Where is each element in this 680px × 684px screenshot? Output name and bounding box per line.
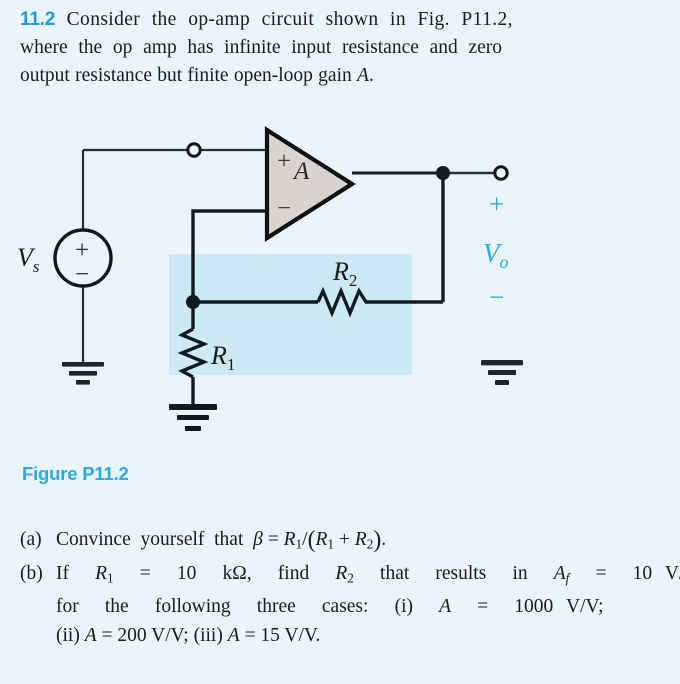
circuit-figure: + − A Vs + − R1 R2 + Vo −	[0, 110, 680, 440]
part-b-text-1: If R1 = 10 kΩ, find R2 that results in A…	[56, 562, 680, 586]
source-plus-label: +	[75, 237, 89, 264]
problem-line-1: 11.2 Consider the op-amp circuit shown i…	[20, 6, 660, 34]
source-minus-label: −	[75, 261, 89, 288]
opamp-plus-label: +	[277, 148, 291, 175]
problem-line-3-text: output resistance but finite open-loop g…	[20, 65, 358, 86]
ground-symbol-output	[481, 360, 523, 385]
part-a: (a) Convince yourself that β = R1/(R1 + R…	[20, 525, 665, 559]
part-b-text-3: (ii) A = 200 V/V; (iii) A = 15 V/V.	[56, 625, 321, 647]
output-label-vo: Vo	[483, 238, 509, 272]
gain-symbol-A: A	[357, 65, 369, 86]
textbook-page: 11.2 Consider the op-amp circuit shown i…	[0, 0, 680, 684]
problem-number: 11.2	[20, 9, 56, 30]
opamp-gain-label: A	[292, 158, 310, 185]
ground-symbol-source	[62, 362, 104, 385]
output-plus-label: +	[489, 189, 504, 219]
input-terminal-open-circle	[186, 142, 202, 158]
part-b-line-3: (ii) A = 200 V/V; (iii) A = 15 V/V.	[20, 621, 665, 650]
part-a-text: Convince yourself that β = R1/(R1 + R2).	[56, 526, 387, 553]
part-b-line-2: for the following three cases: (i) A = 1…	[20, 592, 665, 621]
output-terminal-open-circle	[493, 165, 509, 181]
beta-symbol: β	[253, 529, 263, 550]
part-b-text-2: for the following three cases: (i) A = 1…	[56, 596, 604, 618]
problem-parts: (a) Convince yourself that β = R1/(R1 + R…	[20, 525, 680, 650]
period: .	[368, 65, 374, 86]
part-a-label: (a)	[20, 529, 42, 550]
part-b-line-1: (b) If R1 = 10 kΩ, find R2 that results i…	[20, 559, 680, 593]
feedback-network-highlight	[169, 254, 412, 375]
figure-caption: Figure P11.2	[22, 463, 129, 484]
part-b-label: (b)	[20, 562, 43, 584]
problem-statement: 11.2 Consider the op-amp circuit shown i…	[20, 6, 660, 90]
ground-symbol-r1	[169, 404, 217, 431]
output-minus-label: −	[489, 282, 504, 312]
problem-line-2: where the op amp has infinite input resi…	[20, 37, 503, 58]
problem-line-3: output resistance but finite open-loop g…	[20, 62, 660, 90]
opamp-minus-label: −	[277, 195, 291, 222]
source-label-vs: Vs	[17, 243, 40, 276]
problem-line-1-text: Consider the op-amp circuit shown in Fig…	[66, 9, 513, 30]
output-node-dot	[436, 166, 450, 180]
